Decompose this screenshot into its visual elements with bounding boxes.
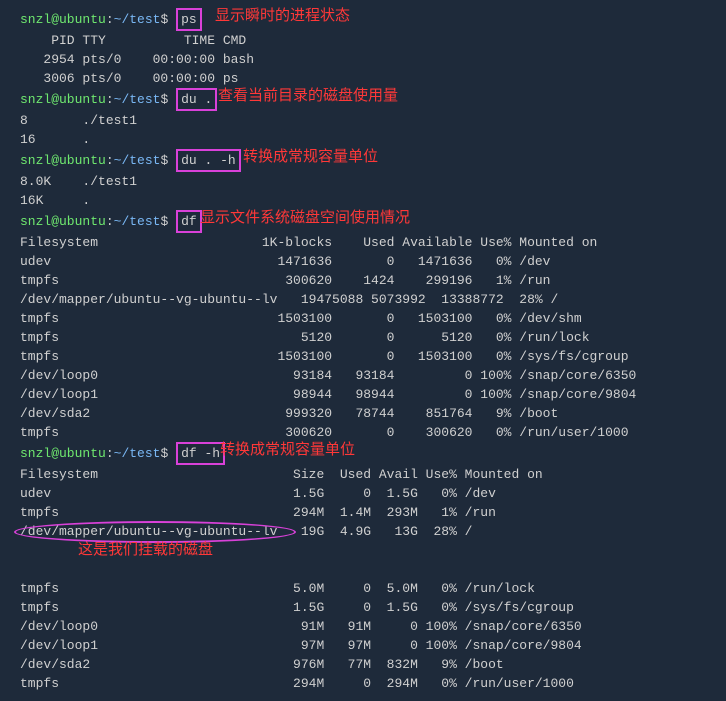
- df-row: tmpfs 1503100 0 1503100 0% /dev/shm: [20, 309, 722, 328]
- anno-duh: 转换成常规容量单位: [243, 147, 378, 166]
- dfh-row: /dev/loop1 97M 97M 0 100% /snap/core/980…: [20, 636, 722, 655]
- dfh-row: /dev/loop0 91M 91M 0 100% /snap/core/635…: [20, 617, 722, 636]
- prompt-line-duh: snzl@ubuntu:~/test$ du . -h转换成常规容量单位: [20, 149, 722, 172]
- df-row: tmpfs 1503100 0 1503100 0% /sys/fs/cgrou…: [20, 347, 722, 366]
- du-row: 8 ./test1: [20, 111, 722, 130]
- df-row: tmpfs 300620 1424 299196 1% /run: [20, 271, 722, 290]
- cmd-df-h[interactable]: df -h: [176, 442, 225, 465]
- dfh-row: tmpfs 294M 0 294M 0% /run/user/1000: [20, 674, 722, 693]
- prompt-line-ps: snzl@ubuntu:~/test$ ps显示瞬时的进程状态: [20, 8, 722, 31]
- cmd-df[interactable]: df: [176, 210, 202, 233]
- dfh-row-root: /dev/mapper/ubuntu--vg-ubuntu--lv 19G 4.…: [20, 522, 722, 541]
- anno-disk: 这是我们挂载的磁盘: [78, 540, 213, 559]
- dfh-row: 这是我们挂载的磁盘: [20, 541, 722, 579]
- cmd-du[interactable]: du .: [176, 88, 217, 111]
- df-header: Filesystem 1K-blocks Used Available Use%…: [20, 233, 722, 252]
- ps-row: 2954 pts/0 00:00:00 bash: [20, 50, 722, 69]
- cmd-du-h[interactable]: du . -h: [176, 149, 241, 172]
- df-row: /dev/mapper/ubuntu--vg-ubuntu--lv 194750…: [20, 290, 722, 309]
- prompt-line-du: snzl@ubuntu:~/test$ du .查看当前目录的磁盘使用量: [20, 88, 722, 111]
- df-row: /dev/loop0 93184 93184 0 100% /snap/core…: [20, 366, 722, 385]
- prompt-userhost: snzl@ubuntu: [20, 12, 106, 27]
- dfh-row: /dev/sda2 976M 77M 832M 9% /boot: [20, 655, 722, 674]
- df-row: /dev/loop1 98944 98944 0 100% /snap/core…: [20, 385, 722, 404]
- df-row: tmpfs 300620 0 300620 0% /run/user/1000: [20, 423, 722, 442]
- anno-dfh: 转换成常规容量单位: [220, 440, 355, 459]
- prompt-line-df: snzl@ubuntu:~/test$ df显示文件系统磁盘空间使用情况: [20, 210, 722, 233]
- df-row: tmpfs 5120 0 5120 0% /run/lock: [20, 328, 722, 347]
- dfh-header: Filesystem Size Used Avail Use% Mounted …: [20, 465, 722, 484]
- prompt-path: ~/test: [114, 12, 161, 27]
- anno-df: 显示文件系统磁盘空间使用情况: [200, 208, 410, 227]
- anno-ps: 显示瞬时的进程状态: [215, 6, 350, 25]
- anno-du: 查看当前目录的磁盘使用量: [218, 86, 398, 105]
- df-row: /dev/sda2 999320 78744 851764 9% /boot: [20, 404, 722, 423]
- cmd-ps[interactable]: ps: [176, 8, 202, 31]
- duh-row: 8.0K ./test1: [20, 172, 722, 191]
- dfh-row: tmpfs 294M 1.4M 293M 1% /run: [20, 503, 722, 522]
- prompt-line-dfh: snzl@ubuntu:~/test$ df -h转换成常规容量单位: [20, 442, 722, 465]
- dfh-row: tmpfs 5.0M 0 5.0M 0% /run/lock: [20, 579, 722, 598]
- dfh-row: tmpfs 1.5G 0 1.5G 0% /sys/fs/cgroup: [20, 598, 722, 617]
- ps-header: PID TTY TIME CMD: [20, 31, 722, 50]
- dfh-row: udev 1.5G 0 1.5G 0% /dev: [20, 484, 722, 503]
- df-row: udev 1471636 0 1471636 0% /dev: [20, 252, 722, 271]
